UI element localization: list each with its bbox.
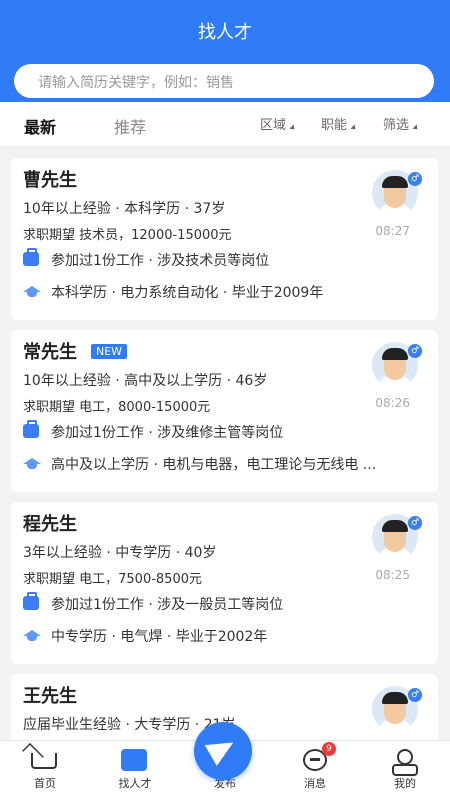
graduation-cap-icon — [23, 458, 41, 469]
paper-plane-icon — [204, 732, 240, 766]
candidate-meta: 10年以上经验 · 高中及以上学历 · 46岁 — [23, 373, 268, 389]
resume-card[interactable]: 程先生 3年以上经验 · 中专学历 · 40岁 求职期望 电工，7500-850… — [11, 502, 438, 664]
graduation-cap-icon — [23, 630, 41, 641]
update-time: 08:26 — [375, 396, 410, 410]
resume-card[interactable]: 曹先生 10年以上经验 · 本科学历 · 37岁 求职期望 技术员，12000-… — [11, 158, 438, 320]
update-time: 08:25 — [375, 568, 410, 582]
tab-home[interactable]: 首页 — [0, 741, 90, 800]
filter-region[interactable]: 区域 — [260, 114, 297, 133]
work-summary: 参加过1份工作 · 涉及技术员等岗位 — [51, 253, 270, 269]
edu-summary: 中专学历 · 电气焊 · 毕业于2002年 — [51, 629, 268, 645]
unread-badge: 9 — [322, 742, 336, 756]
tab-find-label: 找人才 — [118, 777, 152, 790]
resume-card[interactable]: 常先生 NEW 10年以上经验 · 高中及以上学历 · 46岁 求职期望 电工，… — [11, 330, 438, 492]
briefcase-icon — [23, 420, 39, 438]
work-summary: 参加过1份工作 · 涉及一般员工等岗位 — [51, 597, 284, 613]
candidate-expectation: 求职期望 电工，7500-8500元 — [23, 572, 202, 587]
resume-list[interactable]: 曹先生 10年以上经验 · 本科学历 · 37岁 求职期望 技术员，12000-… — [0, 146, 450, 740]
filter-more[interactable]: 筛选 — [383, 114, 420, 133]
header: 找人才 请输入简历关键字，例如：销售 — [0, 0, 450, 102]
tab-messages-label: 消息 — [304, 777, 326, 790]
tab-me-label: 我的 — [394, 777, 416, 790]
filter-region-label: 区域 — [260, 118, 287, 133]
male-icon: ♂ — [408, 172, 422, 186]
filter-more-label: 筛选 — [383, 118, 410, 133]
edu-summary: 高中及以上学历 · 电机与电器，电工理论与无线电 ... — [51, 457, 377, 473]
candidate-expectation: 求职期望 技术员，12000-15000元 — [23, 228, 232, 243]
candidate-meta: 10年以上经验 · 本科学历 · 37岁 — [23, 201, 226, 217]
graduation-cap-icon — [23, 286, 41, 297]
new-badge: NEW — [91, 344, 128, 359]
update-time: 08:27 — [375, 224, 410, 238]
briefcase-icon — [23, 592, 39, 610]
tab-find-talent[interactable]: 找人才 — [90, 741, 180, 800]
tab-messages[interactable]: 9 消息 — [270, 741, 360, 800]
tab-latest[interactable]: 最新 — [24, 114, 56, 138]
chevron-down-icon — [412, 124, 420, 132]
briefcase-icon — [23, 248, 39, 266]
filter-function[interactable]: 职能 — [321, 114, 358, 133]
publish-button[interactable] — [194, 722, 252, 780]
user-icon — [391, 749, 418, 776]
candidate-name: 王先生 — [23, 686, 77, 707]
find-talent-icon — [121, 749, 147, 771]
filter-function-label: 职能 — [321, 118, 348, 133]
work-summary: 参加过1份工作 · 涉及维修主管等岗位 — [51, 425, 284, 441]
male-icon: ♂ — [408, 516, 422, 530]
filter-bar: 最新 推荐 区域 职能 筛选 — [0, 102, 450, 146]
page-title: 找人才 — [198, 22, 252, 43]
chevron-down-icon — [289, 124, 297, 132]
candidate-name: 常先生 — [23, 342, 77, 363]
home-icon — [31, 753, 57, 769]
candidate-meta: 3年以上经验 · 中专学历 · 40岁 — [23, 545, 217, 561]
male-icon: ♂ — [408, 344, 422, 358]
male-icon: ♂ — [408, 688, 422, 702]
search-input[interactable]: 请输入简历关键字，例如：销售 — [14, 64, 434, 98]
candidate-expectation: 求职期望 电工，8000-15000元 — [23, 400, 211, 415]
candidate-name: 曹先生 — [23, 170, 77, 191]
tab-me[interactable]: 我的 — [360, 741, 450, 800]
candidate-name: 程先生 — [23, 514, 77, 535]
tab-recommend[interactable]: 推荐 — [114, 114, 146, 138]
tab-home-label: 首页 — [34, 777, 56, 790]
chevron-down-icon — [350, 124, 358, 132]
edu-summary: 本科学历 · 电力系统自动化 · 毕业于2009年 — [51, 285, 324, 301]
search-placeholder: 请输入简历关键字，例如：销售 — [38, 75, 234, 91]
